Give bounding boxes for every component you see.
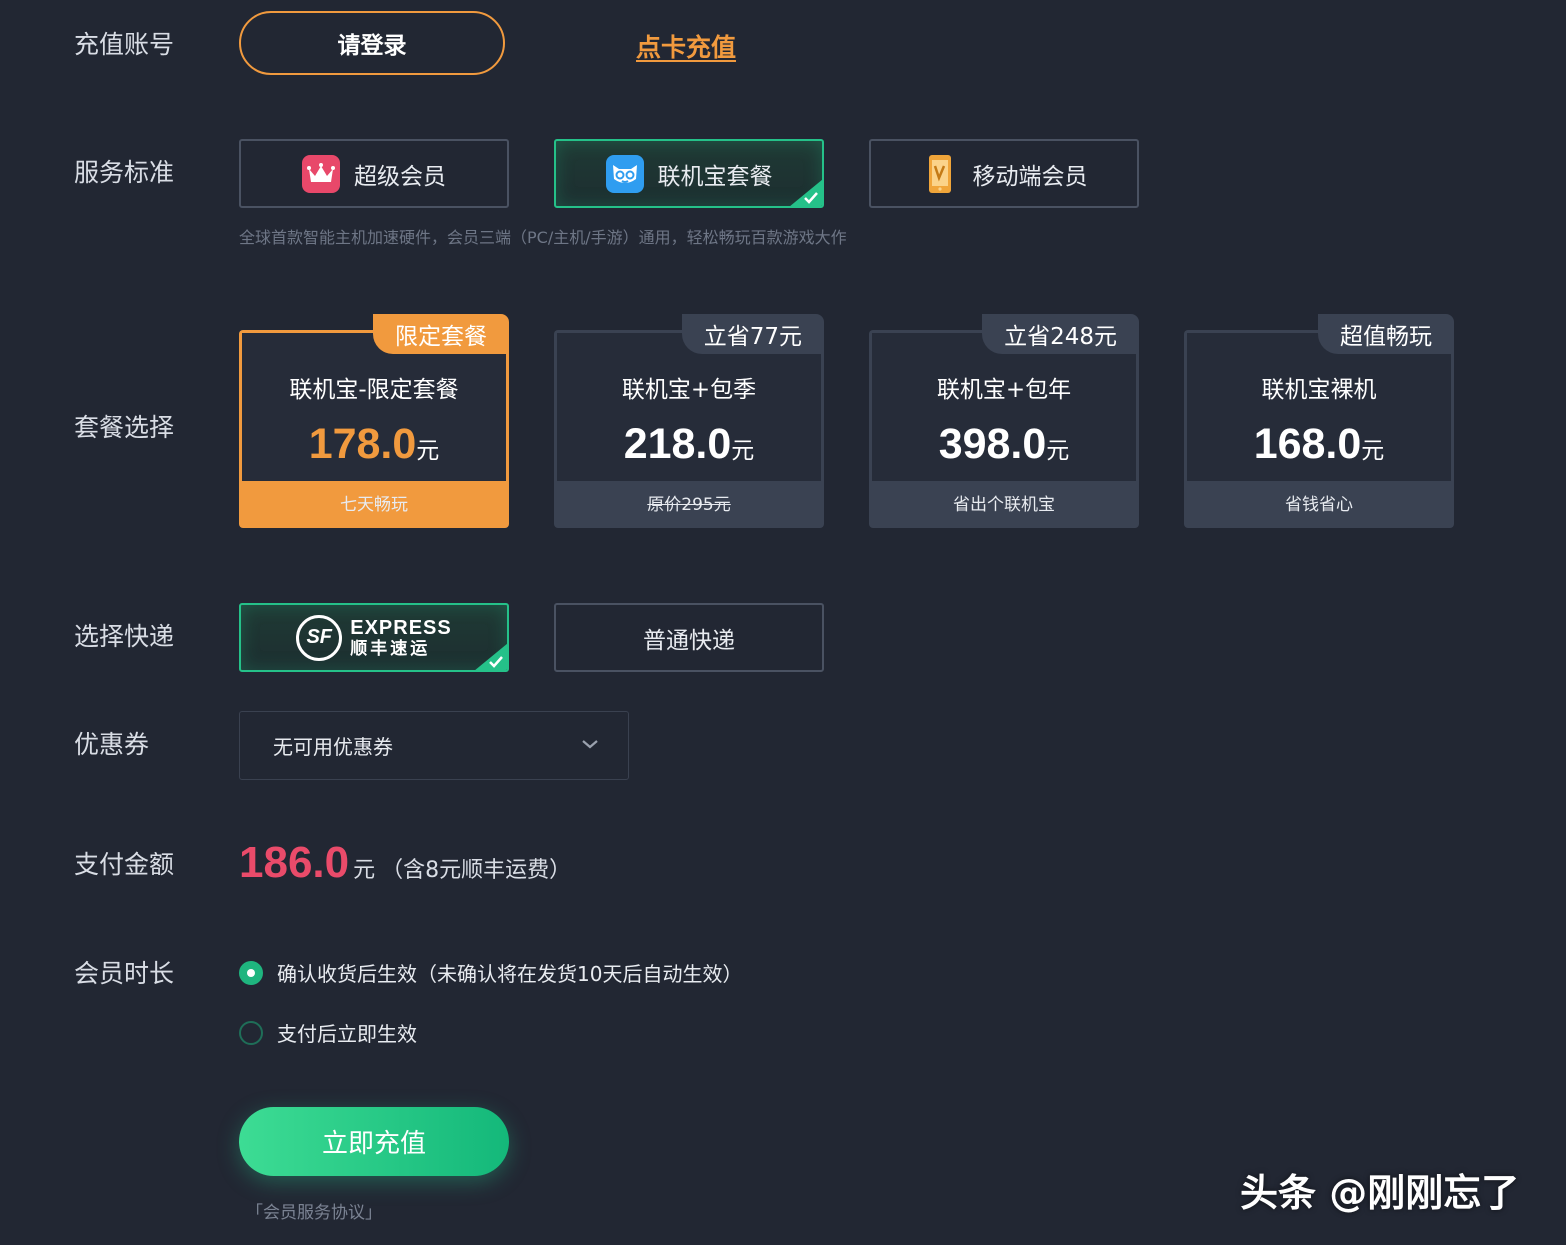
selected-check-icon	[475, 643, 507, 670]
account-label: 充值账号	[74, 30, 175, 59]
duration-label: 会员时长	[74, 959, 175, 988]
mobile-vip-icon	[921, 154, 959, 193]
package-original-price: 原价295元	[647, 495, 731, 515]
service-option-mobile-vip[interactable]: 移动端会员	[869, 139, 1139, 208]
package-price-unit: 元	[1046, 438, 1070, 464]
service-option-lianjibao[interactable]: 联机宝套餐	[554, 139, 824, 208]
radio-button[interactable]	[239, 1020, 263, 1045]
package-price: 218.0元	[554, 420, 824, 469]
sf-logo-cn: 顺丰速运	[350, 638, 431, 659]
package-name: 联机宝-限定套餐	[289, 377, 459, 403]
service-option-label: 超级会员	[354, 163, 446, 190]
package-price: 178.0元	[239, 420, 509, 469]
coupon-select[interactable]: 无可用优惠券	[239, 711, 629, 780]
package-price: 398.0元	[869, 420, 1139, 469]
payment-amount-unit: 元	[353, 858, 376, 883]
package-price-value: 168.0	[1253, 420, 1362, 468]
lianjibao-face-icon	[605, 154, 644, 193]
package-card-device-only[interactable]: 超值畅玩 联机宝裸机 168.0元 省钱省心	[1184, 314, 1454, 528]
crown-icon	[302, 154, 340, 193]
service-option-label: 联机宝套餐	[657, 163, 773, 190]
coupon-select-value: 无可用优惠券	[273, 735, 393, 759]
package-card-quarter[interactable]: 立省77元 联机宝+包季 218.0元 原价295元	[554, 314, 824, 528]
recharge-page: 充值账号 请登录 点卡充值 服务标准 超级会员 联机宝套餐 移动端会员 全球首款…	[0, 0, 1566, 1245]
service-description: 全球首款智能主机加速硬件，会员三端（PC/主机/手游）通用，轻松畅玩百款游戏大作	[239, 228, 847, 247]
chevron-down-icon	[582, 740, 598, 749]
package-name: 联机宝+包年	[936, 377, 1072, 403]
package-name: 联机宝+包季	[621, 377, 757, 403]
sf-express-logo: SF EXPRESS 顺丰速运	[296, 614, 452, 661]
source-watermark: 头条 @刚刚忘了	[1240, 1171, 1520, 1215]
card-recharge-link[interactable]: 点卡充值	[636, 28, 736, 64]
sf-logo-letters: SF	[296, 614, 343, 661]
service-label: 服务标准	[74, 158, 175, 187]
package-price-value: 178.0	[308, 420, 417, 468]
duration-option-immediate[interactable]: 支付后立即生效	[239, 1018, 417, 1047]
payment-amount: 186.0 元 （含8元顺丰运费）	[239, 838, 571, 888]
express-option-normal[interactable]: 普通快递	[554, 603, 824, 672]
duration-option-label: 支付后立即生效	[277, 1022, 417, 1046]
radio-button[interactable]	[239, 960, 263, 985]
package-price-unit: 元	[416, 438, 440, 464]
package-badge: 立省77元	[681, 314, 824, 354]
login-button[interactable]: 请登录	[239, 11, 505, 75]
package-card-limited[interactable]: 限定套餐 联机宝-限定套餐 178.0元 七天畅玩	[239, 314, 509, 528]
package-badge: 超值畅玩	[1318, 314, 1454, 354]
package-badge: 限定套餐	[373, 314, 509, 354]
package-price: 168.0元	[1184, 420, 1454, 469]
coupon-label: 优惠券	[74, 730, 150, 759]
package-label: 套餐选择	[74, 413, 175, 442]
duration-option-label: 确认收货后生效（未确认将在发货10天后自动生效）	[277, 962, 743, 986]
package-card-year[interactable]: 立省248元 联机宝+包年 398.0元 省出个联机宝	[869, 314, 1139, 528]
recharge-now-button[interactable]: 立即充值	[239, 1107, 509, 1176]
payment-amount-note: （含8元顺丰运费）	[381, 858, 572, 883]
package-price-unit: 元	[1361, 438, 1385, 464]
selected-check-icon	[790, 179, 822, 206]
express-option-sf[interactable]: SF EXPRESS 顺丰速运	[239, 603, 509, 672]
sf-logo-en: EXPRESS	[350, 616, 452, 639]
member-agreement-link[interactable]: 「会员服务协议」	[246, 1198, 382, 1223]
duration-option-after-receipt[interactable]: 确认收货后生效（未确认将在发货10天后自动生效）	[239, 958, 742, 987]
package-price-value: 398.0	[938, 420, 1047, 468]
package-badge: 立省248元	[982, 314, 1139, 354]
payment-label: 支付金额	[74, 850, 175, 879]
payment-amount-value: 186.0	[239, 838, 350, 887]
package-price-value: 218.0	[623, 420, 732, 468]
package-footer: 省出个联机宝	[953, 495, 1055, 515]
express-label: 选择快递	[74, 622, 175, 651]
service-option-super-vip[interactable]: 超级会员	[239, 139, 509, 208]
service-option-label: 移动端会员	[972, 163, 1088, 190]
package-price-unit: 元	[731, 438, 755, 464]
package-name: 联机宝裸机	[1261, 377, 1377, 403]
package-footer: 七天畅玩	[340, 495, 408, 515]
package-footer: 省钱省心	[1285, 495, 1353, 515]
